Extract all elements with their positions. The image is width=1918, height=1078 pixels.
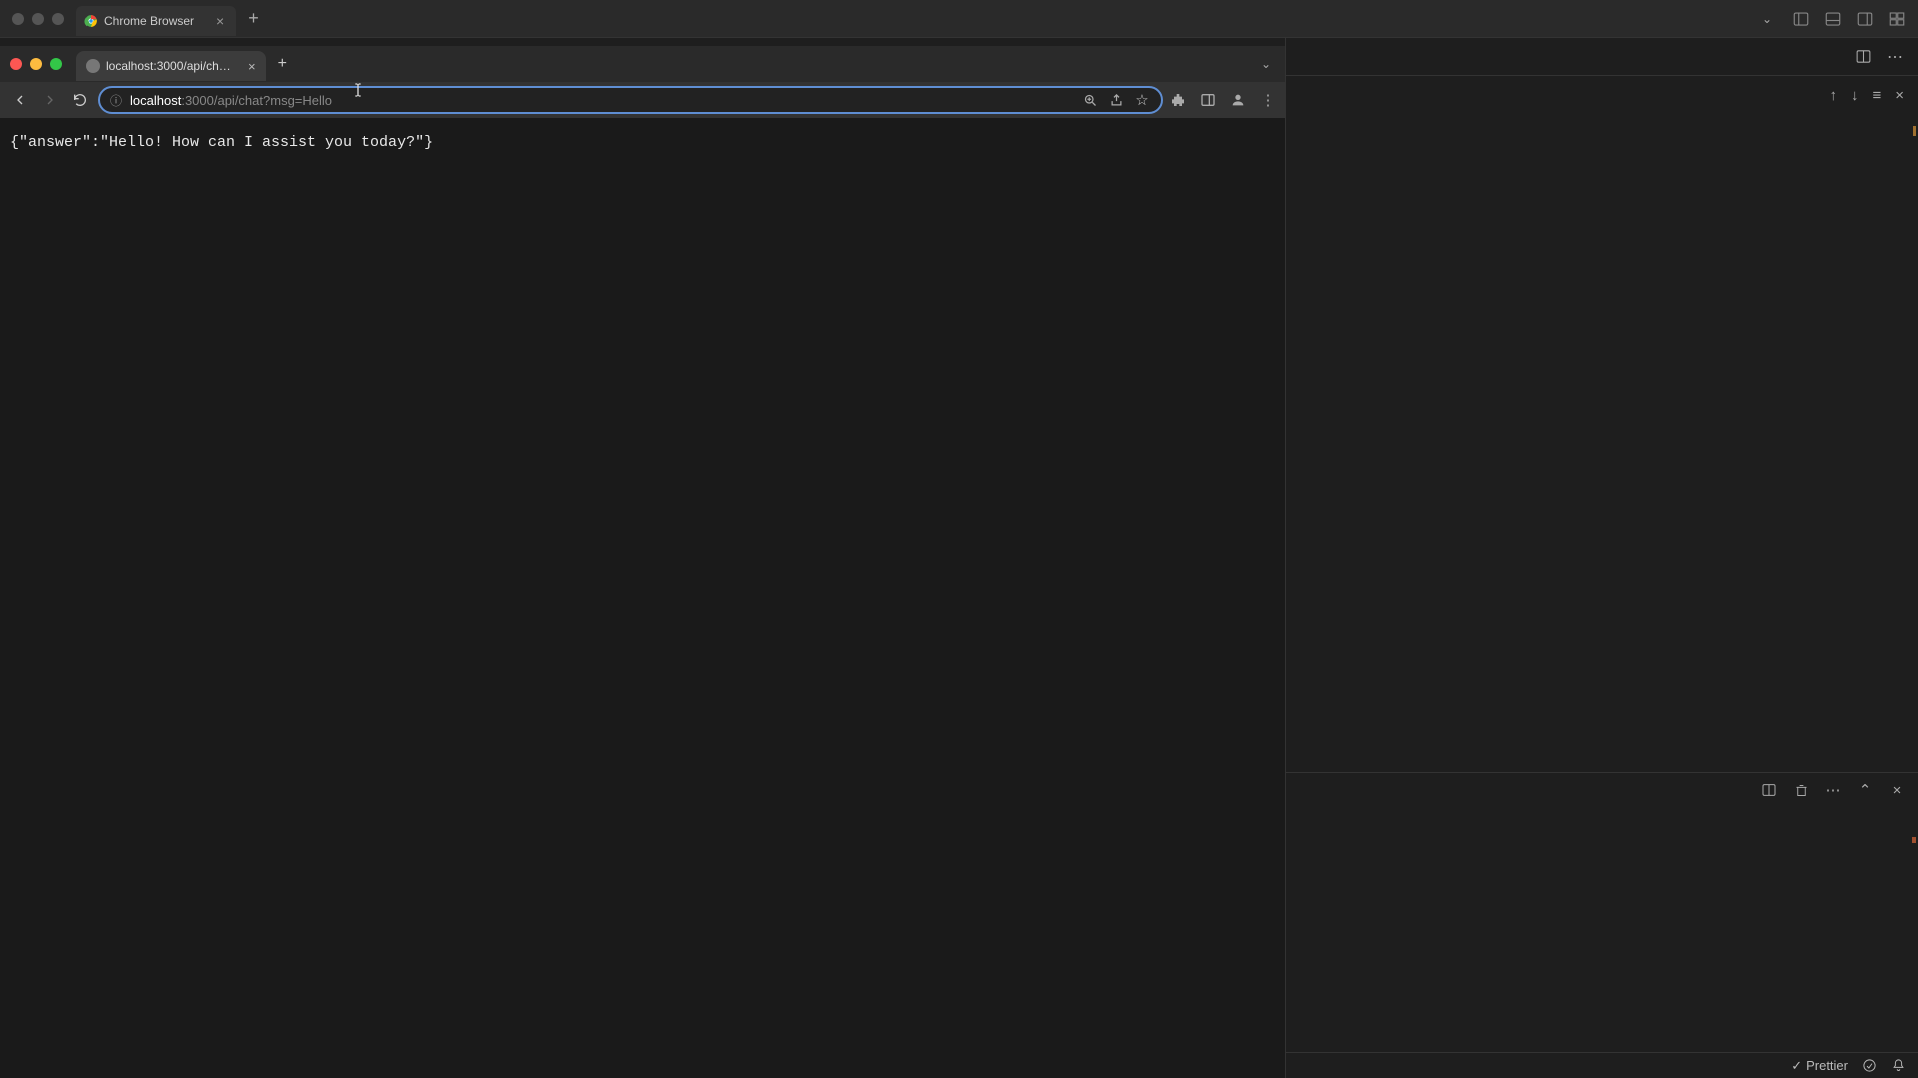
back-button[interactable] <box>8 88 32 112</box>
window-close-icon[interactable] <box>10 58 22 70</box>
next-match-icon[interactable]: ↓ <box>1851 87 1859 104</box>
outer-tab-chrome[interactable]: Chrome Browser × <box>76 6 236 36</box>
reload-button[interactable] <box>68 88 92 112</box>
layout-left-icon[interactable] <box>1792 10 1810 28</box>
forward-arrow-icon <box>42 92 58 108</box>
site-info-icon[interactable]: ⓘ <box>110 92 122 109</box>
outer-traffic-lights <box>12 13 64 25</box>
feedback-icon[interactable] <box>1862 1058 1877 1073</box>
layout-bottom-icon[interactable] <box>1824 10 1842 28</box>
outer-tabs-dropdown-icon[interactable]: ⌄ <box>1762 12 1772 26</box>
sidepanel-icon[interactable] <box>1199 91 1217 109</box>
zoom-icon[interactable] <box>1081 91 1099 109</box>
share-icon[interactable] <box>1107 91 1125 109</box>
notifications-icon[interactable] <box>1891 1058 1906 1073</box>
bookmark-icon[interactable]: ☆ <box>1133 91 1151 109</box>
terminal-actions: ⋯ ⌃ × <box>1286 773 1918 807</box>
vscode-window: Chrome Browser × + ⌄ <box>0 0 1918 1078</box>
terminal-kill-icon[interactable] <box>1792 781 1810 799</box>
page-body: {"answer":"Hello! How can I assist you t… <box>0 118 1285 1078</box>
browser-tab[interactable]: localhost:3000/api/chat?msg= × <box>76 51 266 81</box>
tab-close-icon[interactable]: × <box>248 59 256 74</box>
editor-area[interactable] <box>1286 114 1918 772</box>
status-bar: ✓ Prettier <box>1286 1052 1918 1078</box>
chrome-window: localhost:3000/api/chat?msg= × + ⌄ <box>0 38 1286 1078</box>
chrome-toolbar: ⓘ localhost:3000/api/chat?msg=Hello ☆ <box>0 82 1285 118</box>
forward-button[interactable] <box>38 88 62 112</box>
browser-tab-title: localhost:3000/api/chat?msg= <box>106 59 236 73</box>
terminal-body[interactable] <box>1286 807 1918 1052</box>
extensions-icon[interactable] <box>1169 91 1187 109</box>
terminal-more-icon[interactable]: ⋯ <box>1824 781 1842 799</box>
terminal-panel: ⋯ ⌃ × <box>1286 772 1918 1052</box>
prettier-status[interactable]: ✓ Prettier <box>1791 1058 1848 1074</box>
layout-controls <box>1792 10 1906 28</box>
find-widget: ↑ ↓ ≡ × <box>1286 76 1918 114</box>
terminal-maximize-icon[interactable]: ⌃ <box>1856 781 1874 799</box>
url-text: localhost:3000/api/chat?msg=Hello <box>130 93 1073 108</box>
favicon-icon <box>86 59 100 73</box>
prev-match-icon[interactable]: ↑ <box>1829 87 1837 104</box>
outer-max-icon[interactable] <box>52 13 64 25</box>
chrome-tabstrip: localhost:3000/api/chat?msg= × + ⌄ <box>0 46 1285 82</box>
back-arrow-icon <box>12 92 28 108</box>
tabs-dropdown-icon[interactable]: ⌄ <box>1261 57 1271 71</box>
minimap-marker <box>1913 126 1916 136</box>
menu-icon[interactable]: ⋮ <box>1259 91 1277 109</box>
editor-side-panel: ⋯ ↑ ↓ ≡ × ⋯ ⌃ <box>1286 38 1918 1078</box>
address-bar[interactable]: ⓘ localhost:3000/api/chat?msg=Hello ☆ <box>98 86 1163 114</box>
window-max-icon[interactable] <box>50 58 62 70</box>
layout-grid-icon[interactable] <box>1888 10 1906 28</box>
outer-close-icon[interactable] <box>12 13 24 25</box>
layout-right-icon[interactable] <box>1856 10 1874 28</box>
prettier-label: Prettier <box>1806 1058 1848 1073</box>
new-tab-button[interactable]: + <box>278 55 287 73</box>
terminal-split-icon[interactable] <box>1760 781 1778 799</box>
reload-icon <box>72 92 88 108</box>
terminal-scroll-marker <box>1912 837 1916 843</box>
editor-actions: ⋯ <box>1286 38 1918 76</box>
outer-tab-close-icon[interactable]: × <box>216 13 224 29</box>
profile-icon[interactable] <box>1229 91 1247 109</box>
mac-traffic-lights <box>10 58 62 70</box>
check-icon: ✓ <box>1791 1058 1802 1074</box>
split-editor-icon[interactable] <box>1854 48 1872 66</box>
outer-min-icon[interactable] <box>32 13 44 25</box>
outer-tab-title: Chrome Browser <box>104 14 194 28</box>
chrome-icon <box>84 14 98 28</box>
close-find-icon[interactable]: × <box>1895 87 1904 104</box>
outer-titlebar: Chrome Browser × + ⌄ <box>0 0 1918 38</box>
outer-new-tab-button[interactable]: + <box>248 8 259 29</box>
window-min-icon[interactable] <box>30 58 42 70</box>
find-menu-icon[interactable]: ≡ <box>1872 87 1881 104</box>
terminal-close-icon[interactable]: × <box>1888 781 1906 799</box>
more-actions-icon[interactable]: ⋯ <box>1886 48 1904 66</box>
